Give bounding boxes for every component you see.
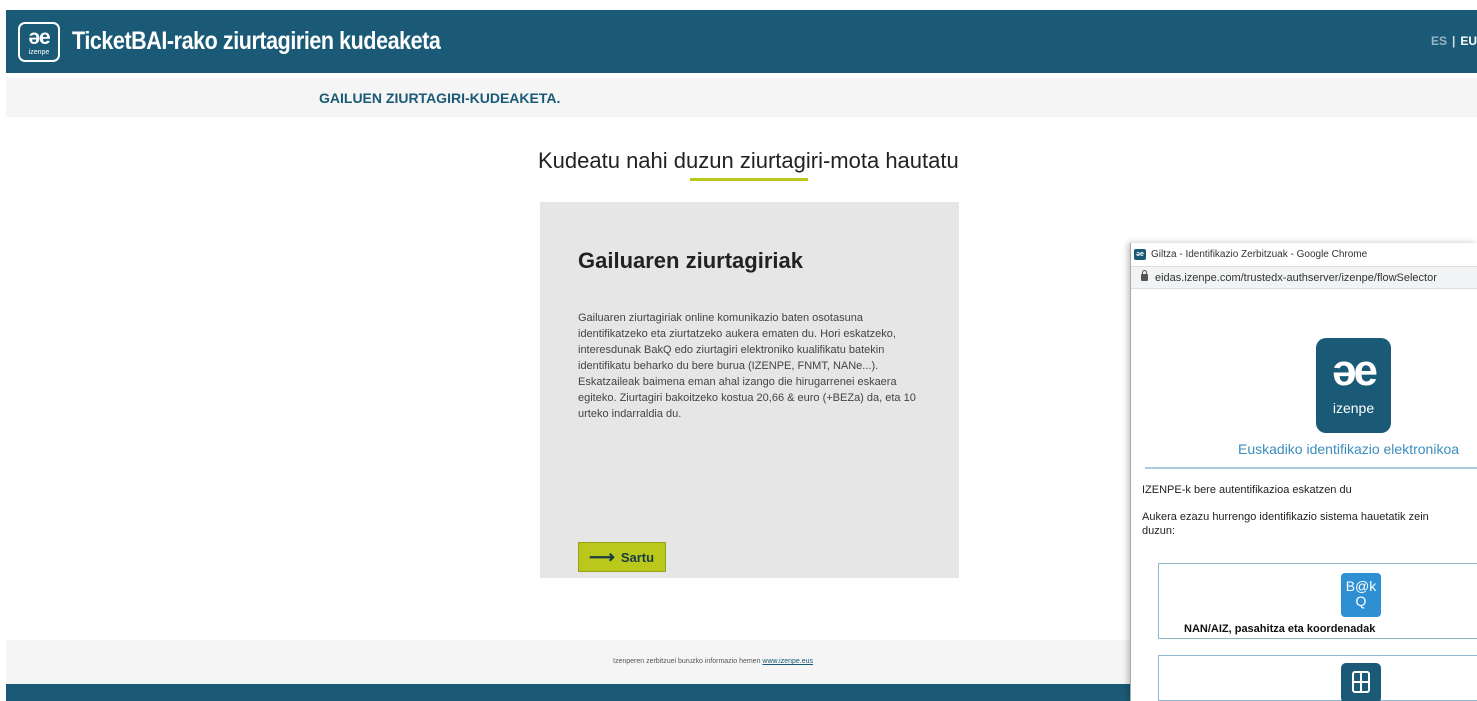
lock-icon[interactable] (1141, 270, 1148, 281)
popup-divider (1145, 467, 1477, 469)
bakq-icon-top: B@k (1345, 578, 1377, 594)
izenpe-logo[interactable]: əe izenpe (18, 22, 60, 62)
lang-eu-link[interactable]: EU (1460, 34, 1477, 48)
logo-subtext: izenpe (28, 49, 50, 56)
language-switcher: ES | EU (1431, 34, 1477, 48)
enter-button-label: Sartu (620, 549, 655, 565)
arrow-right-icon: ⟶ (589, 547, 615, 567)
option-bakq[interactable]: B@k Q NAN/AIZ, pasahitza eta koordenadak (1158, 563, 1477, 639)
enter-button[interactable]: ⟶ Sartu (578, 542, 666, 572)
footer-link[interactable]: www.izenpe.eus (762, 658, 813, 665)
large-logo-mark: əe (1332, 346, 1378, 395)
app-title: TicketBAI-rako ziurtagirien kudeaketa (72, 27, 441, 55)
popup-address-bar[interactable]: eidas.izenpe.com/trustedx-authserver/ize… (1131, 267, 1477, 289)
device-certificates-card: Gailuaren ziurtagiriak Gailuaren ziurtag… (540, 202, 959, 578)
bakq-icon: B@k Q (1341, 573, 1381, 617)
option-bakq-label: NAN/AIZ, pasahitza eta koordenadak (1184, 623, 1376, 635)
auth-request-text: IZENPE-k bere autentifikazioa eskatzen d… (1142, 484, 1352, 496)
large-logo-subtext: izenpe (1332, 400, 1375, 416)
logo-mark: əe (28, 26, 50, 49)
footer-info-bar (6, 640, 1130, 684)
choose-system-text-cont: duzun: (1142, 525, 1176, 537)
header-bar: əe izenpe TicketBAI-rako ziurtagirien ku… (6, 10, 1477, 73)
popup-window-title: Giltza - Identifikazio Zerbitzuak - Goog… (1151, 249, 1368, 260)
favicon-icon: əe (1134, 249, 1146, 260)
chrome-popup-window: əe Giltza - Identifikazio Zerbitzuak - G… (1130, 243, 1477, 701)
lang-separator: | (1451, 34, 1456, 48)
page-heading: Kudeatu nahi duzun ziurtagiri-mota hauta… (538, 148, 959, 173)
footer-info-text: Izenperen zerbitzuei buruzko informazio … (613, 658, 761, 665)
choose-system-text: Aukera ezazu hurrengo identifikazio sist… (1142, 511, 1429, 523)
section-title: GAILUEN ZIURTAGIRI-KUDEAKETA. (319, 90, 561, 106)
popup-subtitle: Euskadiko identifikazio elektronikoa (1238, 441, 1460, 457)
card-title: Gailuaren ziurtagiriak (578, 248, 803, 273)
popup-url: eidas.izenpe.com/trustedx-authserver/ize… (1155, 272, 1437, 284)
heading-underline (690, 178, 808, 181)
smart-card-icon (1341, 663, 1381, 701)
section-bar: GAILUEN ZIURTAGIRI-KUDEAKETA. (6, 78, 1477, 117)
card-description: Gailuaren ziurtagiriak online komunikazi… (578, 312, 916, 420)
izenpe-large-logo: əe izenpe (1316, 338, 1391, 433)
bakq-icon-bottom: Q (1355, 593, 1367, 609)
footer-text: Izenperen zerbitzuei buruzko informazio … (613, 658, 813, 665)
popup-titlebar[interactable]: əe Giltza - Identifikazio Zerbitzuak - G… (1131, 243, 1477, 267)
option-certificate-card[interactable] (1158, 655, 1477, 701)
page: əe izenpe TicketBAI-rako ziurtagirien ku… (0, 0, 1477, 701)
lang-es-link[interactable]: ES (1431, 34, 1447, 48)
footer-bar (6, 684, 1130, 701)
